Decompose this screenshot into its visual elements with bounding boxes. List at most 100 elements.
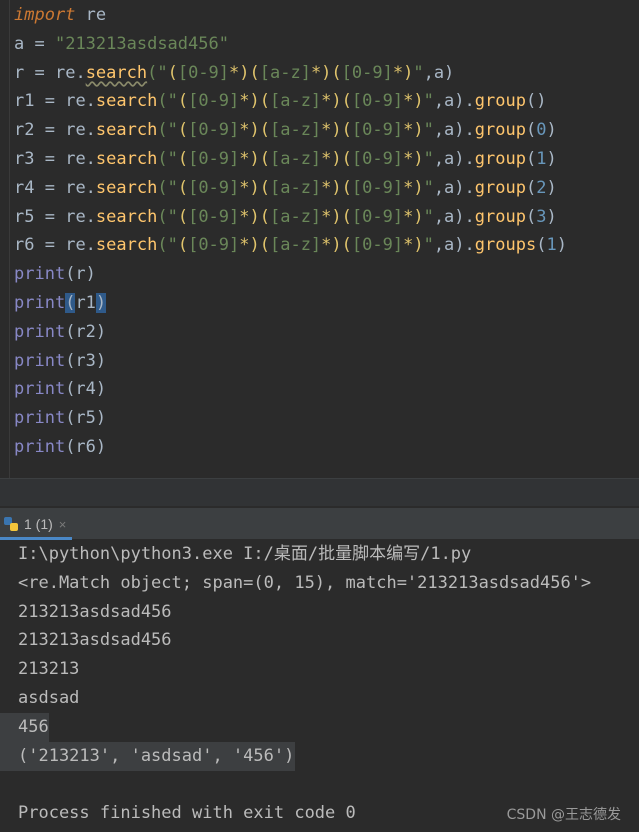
- code-token: ,a).: [433, 235, 475, 256]
- code-token: 1: [536, 149, 547, 169]
- code-token: *)(: [321, 120, 352, 141]
- code-token: (: [177, 149, 189, 169]
- code-line: print(r): [14, 260, 96, 288]
- code-line: print(r5): [14, 404, 106, 432]
- code-token: group: [474, 120, 526, 141]
- code-token: print: [14, 408, 66, 429]
- code-token: [0-9]: [351, 149, 404, 169]
- code-token: [0-9]: [341, 62, 393, 83]
- code-token: r3: [14, 149, 35, 169]
- code-token: print: [14, 321, 66, 342]
- code-token: ": [423, 120, 434, 141]
- code-token: ": [423, 177, 434, 198]
- code-token: [a-z]: [269, 149, 322, 169]
- code-token: search: [95, 235, 158, 256]
- code-token: (: [177, 91, 189, 112]
- code-line: print(r6): [14, 433, 106, 461]
- code-token: =: [34, 206, 66, 227]
- code-line: r5 = re.search("([0-9]*)([a-z]*)([0-9]*)…: [14, 203, 557, 231]
- code-token: (r4): [65, 379, 107, 400]
- console-line: 213213asdsad456: [18, 601, 172, 622]
- code-token: (: [536, 235, 547, 256]
- code-token: =: [34, 177, 66, 198]
- code-token: (: [177, 235, 189, 256]
- gutter-border: [9, 0, 10, 478]
- tab-run-config[interactable]: 1 (1) ×: [0, 508, 76, 540]
- code-token: search: [95, 91, 158, 112]
- code-token: r: [14, 62, 25, 83]
- code-token: (: [525, 149, 537, 169]
- code-token: *): [392, 62, 414, 83]
- code-token: ": [423, 91, 434, 112]
- code-token: group: [474, 91, 526, 112]
- console-line: I:\python\python3.exe I:/桌面/批量脚本编写/1.py: [18, 544, 472, 564]
- code-line: print(r4): [14, 375, 106, 403]
- code-line: a = "213213asdsad456": [14, 30, 229, 58]
- code-token: =: [24, 62, 55, 83]
- code-token: re.: [54, 62, 86, 83]
- tab-run-config-label: 1 (1): [24, 516, 53, 532]
- code-token: (": [147, 62, 168, 83]
- code-line: print(r3): [14, 347, 106, 375]
- code-token: (: [525, 206, 537, 227]
- panel-divider[interactable]: [0, 478, 639, 506]
- code-editor[interactable]: import re a = "213213asdsad456" r = re.sea…: [0, 0, 639, 478]
- code-line: r3 = re.search("([0-9]*)([a-z]*)([0-9]*)…: [14, 145, 557, 173]
- code-token: (r): [65, 264, 96, 285]
- code-token: [0-9]: [188, 149, 240, 169]
- code-token: *)(: [229, 62, 260, 83]
- code-token: *)(: [310, 62, 342, 83]
- code-token: ): [546, 206, 557, 227]
- code-token: r1: [14, 91, 35, 112]
- code-token: group: [474, 149, 526, 169]
- code-token: 1: [546, 235, 557, 256]
- code-line: print(r1): [14, 289, 107, 317]
- code-line: r4 = re.search("([0-9]*)([a-z]*)([0-9]*)…: [14, 174, 557, 202]
- code-token: r1: [75, 293, 96, 313]
- code-token: ,a).: [433, 177, 475, 198]
- code-token: [a-z]: [269, 235, 322, 256]
- code-token: *)(: [239, 149, 270, 169]
- code-token: ": [413, 62, 424, 83]
- code-token: *)(: [321, 235, 352, 256]
- console-line: 213213asdsad456: [18, 630, 172, 651]
- code-token: (r5): [65, 408, 107, 429]
- code-line: r = re.search("([0-9]*)([a-z]*)([0-9]*)"…: [14, 59, 454, 87]
- code-line: r2 = re.search("([0-9]*)([a-z]*)([0-9]*)…: [14, 116, 557, 144]
- code-token: [0-9]: [188, 177, 240, 198]
- code-token: =: [34, 91, 66, 112]
- close-icon[interactable]: ×: [59, 517, 67, 532]
- run-console-output[interactable]: I:\python\python3.exe I:/桌面/批量脚本编写/1.py <…: [0, 540, 639, 832]
- code-token: ): [546, 177, 557, 198]
- code-token: [0-9]: [188, 120, 240, 141]
- code-token: r2: [14, 120, 35, 141]
- code-token: search: [85, 62, 148, 83]
- code-token: ,a).: [433, 149, 475, 169]
- code-token: print: [14, 293, 66, 313]
- code-token: re.: [65, 91, 96, 112]
- code-token: (": [157, 149, 178, 169]
- code-token: group: [474, 177, 526, 198]
- code-token: 3: [536, 206, 547, 227]
- code-token: ): [546, 149, 557, 169]
- code-token: search: [95, 149, 158, 169]
- code-token: re.: [65, 120, 96, 141]
- console-line: 456: [18, 716, 49, 737]
- code-token: (: [65, 293, 76, 313]
- code-token: ): [556, 235, 567, 256]
- code-token: [0-9]: [188, 235, 240, 256]
- code-token: r5: [14, 206, 35, 227]
- code-token: *): [403, 120, 424, 141]
- code-token: import: [14, 5, 76, 25]
- code-token: (: [525, 120, 537, 141]
- code-token: group: [474, 206, 526, 227]
- code-token: [a-z]: [269, 120, 322, 141]
- code-token: *)(: [239, 206, 270, 227]
- code-token: *): [403, 206, 424, 227]
- code-token: *)(: [239, 235, 270, 256]
- code-token: *)(: [239, 177, 270, 198]
- code-token: re.: [65, 177, 96, 198]
- console-line: 213213: [18, 659, 80, 680]
- code-token: *): [403, 177, 424, 198]
- code-token: (r3): [65, 350, 107, 371]
